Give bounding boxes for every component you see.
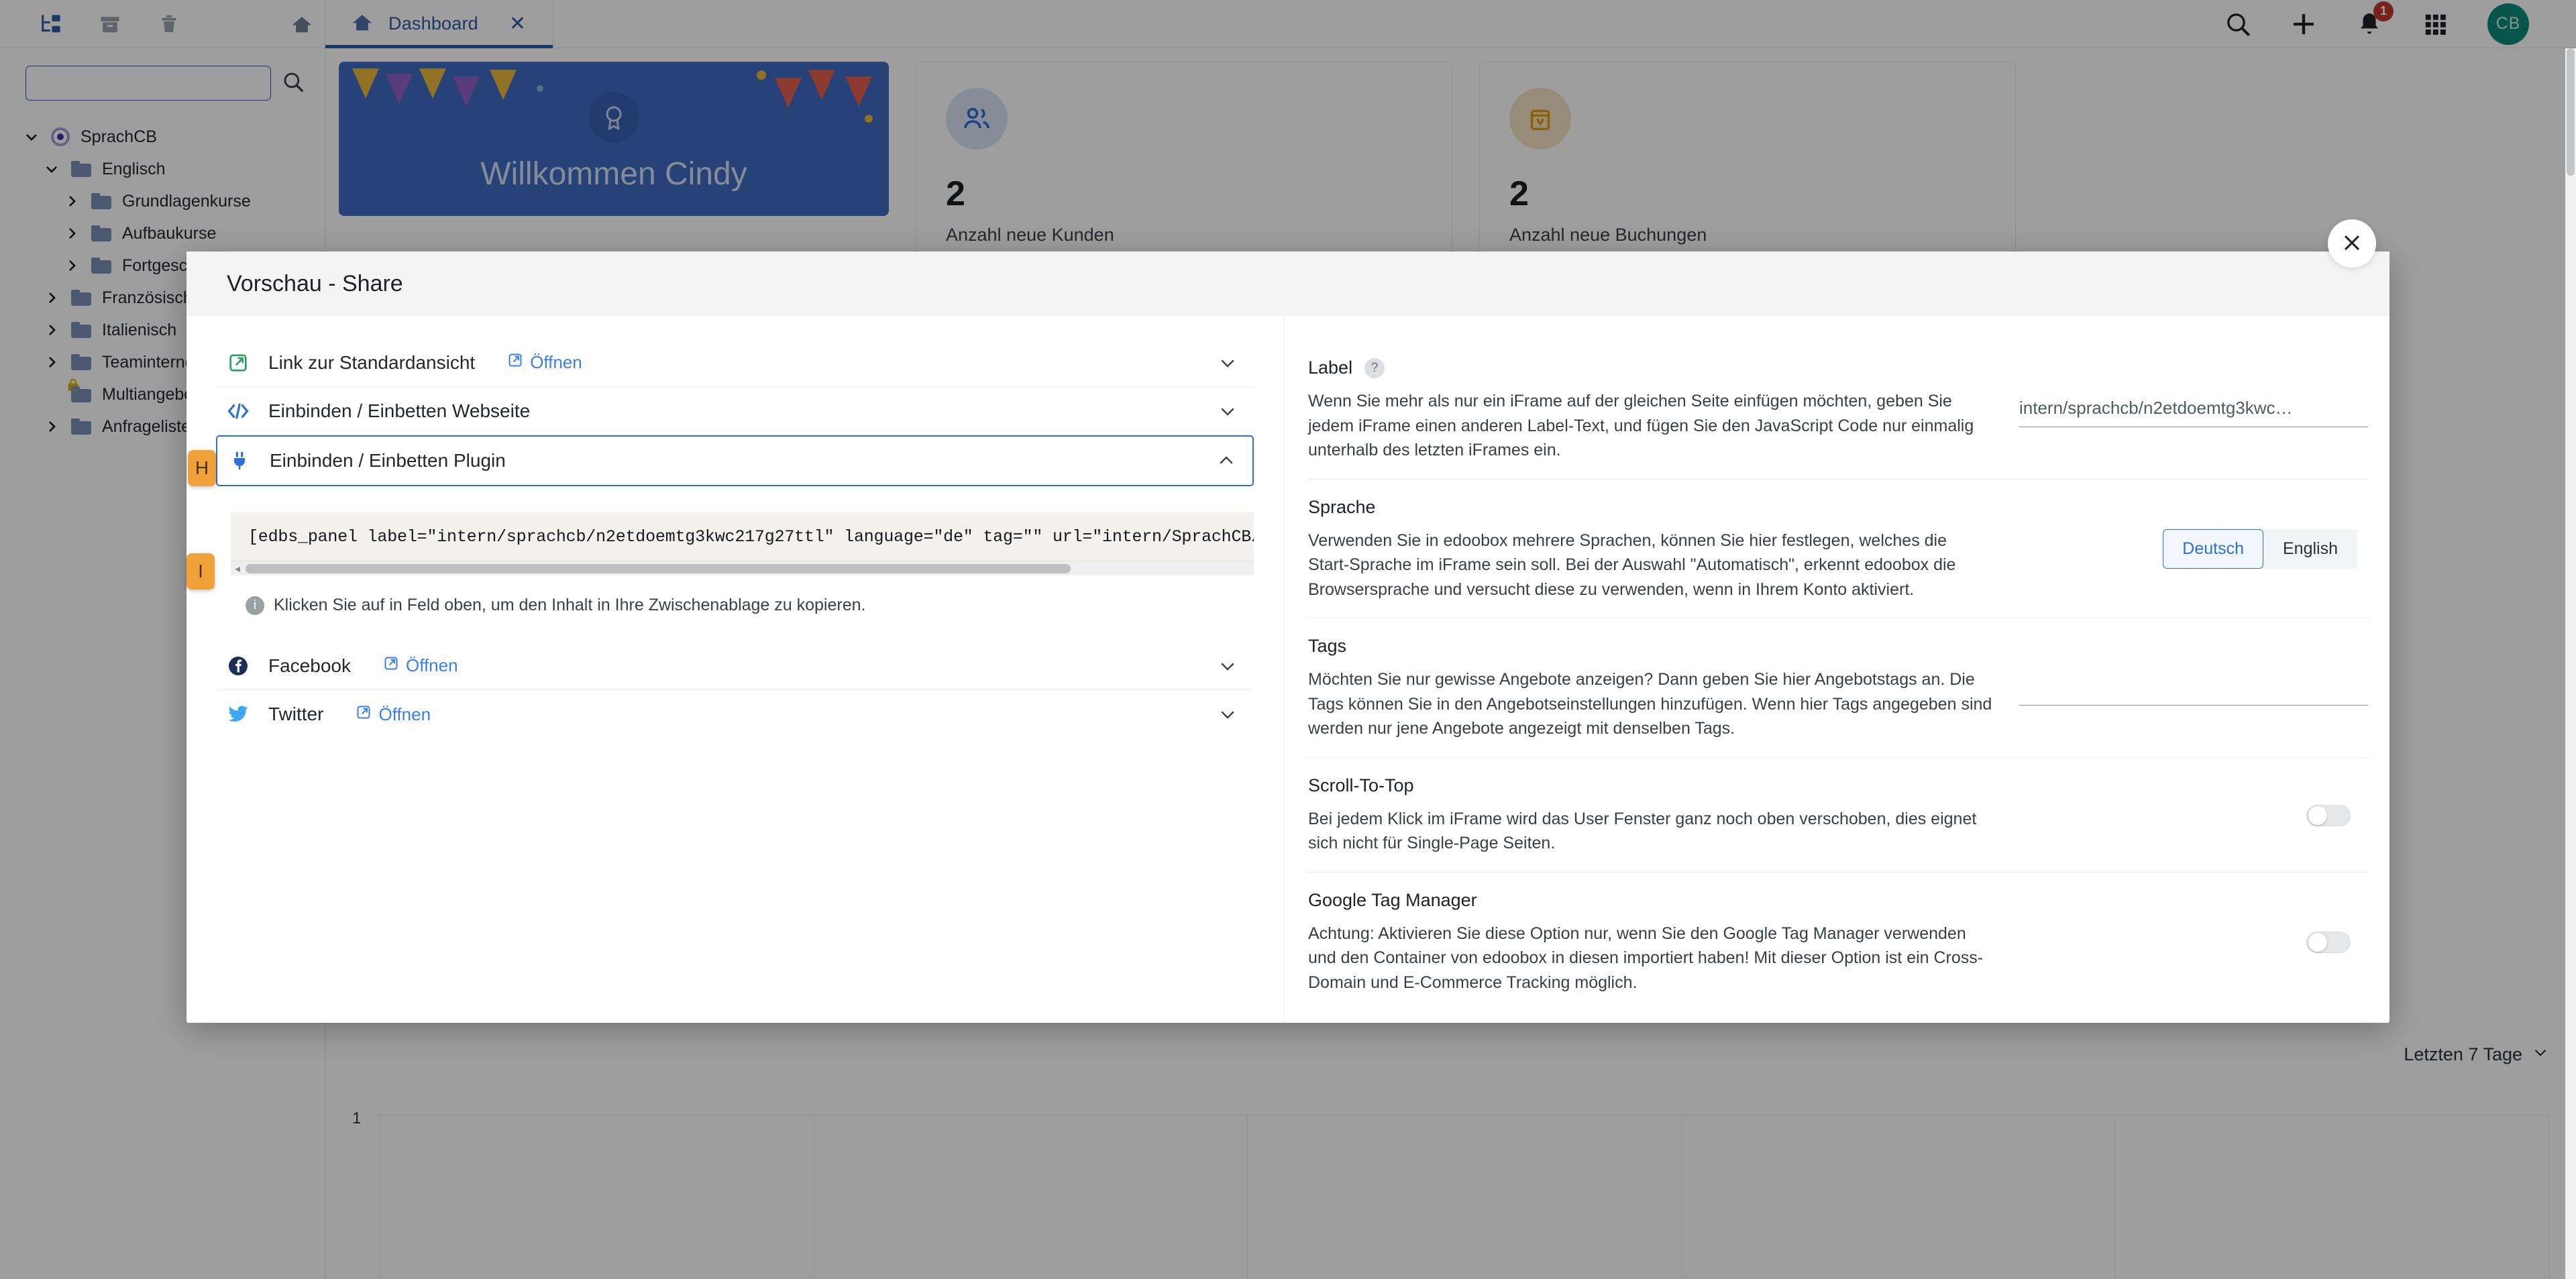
chevron-down-icon[interactable] (1216, 351, 1239, 374)
setting-google-tag-manager: Google Tag Manager Achtung: Aktivieren S… (1308, 873, 2368, 1011)
external-link-icon (356, 704, 372, 725)
chevron-up-icon[interactable] (1215, 449, 1238, 472)
hotspot-badge-h[interactable]: H (188, 450, 216, 486)
open-link-standard[interactable]: Öffnen (507, 352, 582, 373)
setting-description: Bei jedem Klick im iFrame wird das User … (1308, 809, 1977, 853)
copy-hint: i Klicken Sie auf in Feld oben, um den I… (246, 596, 1254, 615)
language-option-english[interactable]: English (2263, 529, 2357, 569)
scroll-left-arrow-icon[interactable]: ◂ (235, 562, 240, 575)
setting-scroll-to-top: Scroll-To-Top Bei jedem Klick im iFrame … (1308, 758, 2368, 873)
copy-hint-text: Klicken Sie auf in Feld oben, um den Inh… (274, 596, 866, 614)
facebook-icon (225, 655, 251, 677)
share-row-embed-website[interactable]: Einbinden / Einbetten Webseite (216, 387, 1254, 435)
share-row-label: Einbinden / Einbetten Plugin (270, 450, 506, 471)
share-row-label: Link zur Standardansicht (268, 351, 476, 373)
embed-code-block: [edbs_panel label="intern/sprachcb/n2etd… (186, 512, 1254, 615)
share-channel-list: Link zur Standardansicht Öffnen Einbinde… (186, 316, 1284, 1023)
embed-code-field[interactable]: [edbs_panel label="intern/sprachcb/n2etd… (231, 512, 1254, 561)
setting-title: Tags (1308, 636, 1347, 656)
dialog-title: Vorschau - Share (227, 270, 403, 296)
setting-description: Möchten Sie nur gewisse Angebote anzeige… (1308, 670, 1992, 738)
tags-input[interactable] (2019, 671, 2368, 706)
chevron-down-icon[interactable] (1216, 703, 1239, 726)
setting-sprache: Sprache Verwenden Sie in edoobox mehrere… (1308, 480, 2368, 618)
hotspot-badge-i[interactable]: I (186, 553, 215, 590)
setting-label: Label ? Wenn Sie mehr als nur ein iFrame… (1308, 340, 2368, 480)
code-brackets-icon (225, 401, 251, 421)
external-link-icon (507, 352, 523, 373)
share-row-label: Twitter (268, 704, 324, 724)
question-icon[interactable]: ? (1364, 357, 1385, 378)
share-row-label: Einbinden / Einbetten Webseite (268, 400, 531, 421)
chevron-down-icon[interactable] (1216, 400, 1239, 423)
embed-code-scrollbar[interactable]: I ◂ (186, 553, 1254, 590)
share-row-embed-plugin[interactable]: H Einbinden / Einbetten Plugin (188, 435, 1254, 486)
google-tag-manager-toggle[interactable] (2306, 931, 2351, 953)
chevron-down-icon[interactable] (1216, 655, 1239, 677)
setting-title: Scroll-To-Top (1308, 775, 1414, 795)
plug-icon (227, 450, 252, 471)
dialog-header: Vorschau - Share (186, 252, 2390, 316)
twitter-icon (225, 704, 251, 724)
language-option-deutsch[interactable]: Deutsch (2163, 529, 2263, 569)
external-link-green-icon (225, 352, 251, 374)
share-preview-dialog: Vorschau - Share Link zur Standardansich… (186, 219, 2390, 1023)
page-scrollbar[interactable] (2565, 48, 2576, 1279)
dialog-body: Link zur Standardansicht Öffnen Einbinde… (186, 316, 2390, 1023)
setting-title: Google Tag Manager (1308, 889, 1477, 910)
close-button[interactable] (2328, 219, 2376, 268)
share-row-standard-link[interactable]: Link zur Standardansicht Öffnen (216, 339, 1254, 387)
open-link-label: Öffnen (405, 655, 458, 675)
open-link-facebook[interactable]: Öffnen (383, 655, 458, 676)
share-row-label: Facebook (268, 655, 351, 676)
open-link-twitter[interactable]: Öffnen (356, 704, 431, 725)
setting-tags: Tags Möchten Sie nur gewisse Angebote an… (1308, 618, 2368, 758)
open-link-label: Öffnen (378, 704, 431, 724)
setting-title: Label (1308, 357, 1353, 378)
setting-description: Wenn Sie mehr als nur ein iFrame auf der… (1308, 392, 1974, 459)
setting-description: Verwenden Sie in edoobox mehrere Sprache… (1308, 531, 1956, 599)
share-settings-panel: Label ? Wenn Sie mehr als nur ein iFrame… (1284, 316, 2408, 1023)
setting-description: Achtung: Aktivieren Sie diese Option nur… (1308, 924, 1984, 992)
share-row-facebook[interactable]: Facebook Öffnen (216, 642, 1254, 690)
scroll-to-top-toggle[interactable] (2306, 804, 2351, 826)
language-segmented-control: Deutsch English (2163, 529, 2357, 569)
info-icon: i (246, 596, 264, 615)
external-link-icon (383, 655, 399, 676)
close-icon (2341, 231, 2363, 256)
share-row-twitter[interactable]: Twitter Öffnen (216, 690, 1254, 738)
setting-title: Sprache (1308, 496, 1376, 517)
open-link-label: Öffnen (530, 352, 582, 372)
label-input[interactable] (2019, 392, 2368, 428)
